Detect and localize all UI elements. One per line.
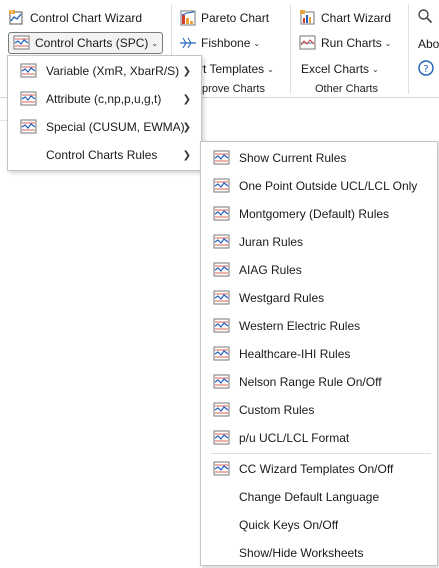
chevron-down-icon: ⌄ <box>384 38 392 48</box>
chart-line-icon <box>213 346 231 362</box>
menu-item-one-point-outside-ucl-lcl-only[interactable]: One Point Outside UCL/LCL Only <box>201 172 437 200</box>
pareto-icon <box>179 9 197 27</box>
search-icon <box>416 7 434 25</box>
menu-item-change-default-language[interactable]: Change Default Language <box>201 483 437 511</box>
run-chart-icon <box>299 34 317 52</box>
chevron-right-icon: ❯ <box>182 149 191 161</box>
menu-item-label: One Point Outside UCL/LCL Only <box>239 179 418 193</box>
help-button[interactable]: ? <box>417 57 439 79</box>
menu-item-label: Healthcare-IHI Rules <box>239 347 351 361</box>
chevron-right-icon: ❯ <box>182 93 191 105</box>
menu-item-label: Control Charts Rules <box>46 148 158 162</box>
menu-item-label: Westgard Rules <box>239 291 325 305</box>
chart-line-icon <box>213 150 231 166</box>
excel-charts-label: Excel Charts <box>301 62 370 76</box>
control-charts-spc-button[interactable]: Control Charts (SPC) ⌄ <box>8 32 164 54</box>
chart-line-icon <box>213 234 231 250</box>
chevron-down-icon: ⌄ <box>253 38 261 48</box>
control-charts-spc-label: Control Charts (SPC) <box>35 36 149 50</box>
chevron-right-icon: ❯ <box>182 65 191 77</box>
chart-line-icon <box>213 178 231 194</box>
menu-item-nelson-range-rule-on-off[interactable]: Nelson Range Rule On/Off <box>201 368 437 396</box>
menu-item-p-u-ucl-lcl-format[interactable]: p/u UCL/LCL Format <box>201 424 437 452</box>
chevron-right-icon: ❯ <box>182 121 191 133</box>
chart-line-icon <box>20 63 38 79</box>
menu-item-label: CC Wizard Templates On/Off <box>239 462 394 476</box>
menu-separator <box>211 453 431 454</box>
ribbon-divider <box>290 4 291 94</box>
chart-line-icon <box>213 402 231 418</box>
chart-wizard-button[interactable]: Chart Wizard <box>299 7 391 29</box>
control-charts-rules-submenu: Show Current Rules One Point Outside UCL/… <box>200 141 438 566</box>
menu-item-label: AIAG Rules <box>239 263 302 277</box>
pareto-chart-button[interactable]: Pareto Chart <box>179 7 269 29</box>
menu-item-label: Montgomery (Default) Rules <box>239 207 390 221</box>
fishbone-label: Fishbone <box>201 36 251 50</box>
chart-wizard-label: Chart Wizard <box>321 11 392 25</box>
chart-line-icon <box>13 34 31 52</box>
menu-item-label: Nelson Range Rule On/Off <box>239 375 382 389</box>
menu-item-attribute[interactable]: Attribute (c,np,p,u,g,t) ❯ <box>8 85 201 113</box>
menu-item-label: Special (CUSUM, EWMA) <box>46 120 185 134</box>
search-button[interactable] <box>416 5 438 27</box>
menu-item-western-electric-rules[interactable]: Western Electric Rules <box>201 312 437 340</box>
chart-line-icon <box>213 374 231 390</box>
chart-line-icon <box>213 430 231 446</box>
other-charts-group-label: Other Charts <box>315 83 378 95</box>
chart-wizard-icon <box>299 9 317 27</box>
run-charts-label: Run Charts <box>321 36 382 50</box>
menu-item-montgomery-default-rules[interactable]: Montgomery (Default) Rules <box>201 200 437 228</box>
menu-item-label: Juran Rules <box>239 235 304 249</box>
menu-item-variable[interactable]: Variable (XmR, XbarR/S) ❯ <box>8 57 201 85</box>
menu-item-label: Show Current Rules <box>239 151 347 165</box>
chart-line-icon <box>213 318 231 334</box>
about-button[interactable]: Abo <box>418 33 439 55</box>
improve-charts-group-label: prove Charts <box>202 83 265 95</box>
menu-item-show-hide-worksheets[interactable]: Show/Hide Worksheets <box>201 539 437 567</box>
chart-line-icon <box>213 461 231 477</box>
control-chart-wizard-button[interactable]: ? Control Chart Wizard <box>8 7 142 29</box>
chevron-down-icon: ⌄ <box>372 64 379 74</box>
fishbone-icon <box>179 34 197 52</box>
menu-item-special[interactable]: Special (CUSUM, EWMA) ❯ <box>8 113 201 141</box>
chart-line-icon <box>20 91 38 107</box>
excel-charts-button[interactable]: Excel Charts ⌄ <box>301 58 379 80</box>
chart-line-icon <box>213 290 231 306</box>
menu-item-custom-rules[interactable]: Custom Rules <box>201 396 437 424</box>
menu-item-label: Quick Keys On/Off <box>239 518 339 532</box>
menu-item-aiag-rules[interactable]: AIAG Rules <box>201 256 437 284</box>
menu-item-label: Western Electric Rules <box>239 319 361 333</box>
menu-item-westgard-rules[interactable]: Westgard Rules <box>201 284 437 312</box>
menu-item-healthcare-ihi-rules[interactable]: Healthcare-IHI Rules <box>201 340 437 368</box>
wizard-icon: ? <box>8 9 26 27</box>
menu-item-label: Custom Rules <box>239 403 315 417</box>
menu-item-show-current-rules[interactable]: Show Current Rules <box>201 144 437 172</box>
menu-item-label: Show/Hide Worksheets <box>239 546 364 560</box>
menu-item-label: Change Default Language <box>239 490 380 504</box>
fishbone-button[interactable]: Fishbone ⌄ <box>179 32 260 54</box>
about-label: Abo <box>418 37 439 51</box>
svg-text:?: ? <box>423 64 428 75</box>
control-chart-wizard-label: Control Chart Wizard <box>30 11 143 25</box>
chart-templates-button[interactable]: rt Templates ⌄ <box>199 58 274 80</box>
menu-item-cc-wizard-templates-on-off[interactable]: CC Wizard Templates On/Off <box>201 455 437 483</box>
menu-item-control-charts-rules[interactable]: Control Charts Rules ❯ <box>8 141 201 169</box>
chart-line-icon <box>213 262 231 278</box>
menu-item-label: p/u UCL/LCL Format <box>239 431 350 445</box>
pareto-chart-label: Pareto Chart <box>201 11 270 25</box>
chevron-down-icon: ⌄ <box>151 38 159 48</box>
help-icon: ? <box>417 59 435 77</box>
chart-line-icon <box>213 206 231 222</box>
control-charts-spc-menu: Variable (XmR, XbarR/S) ❯ Attribute (c,n… <box>7 55 202 171</box>
ribbon-divider <box>408 4 409 94</box>
menu-item-juran-rules[interactable]: Juran Rules <box>201 228 437 256</box>
menu-item-quick-keys-on-off[interactable]: Quick Keys On/Off <box>201 511 437 539</box>
menu-item-label: Attribute (c,np,p,u,g,t) <box>46 92 162 106</box>
chart-line-icon <box>20 119 38 135</box>
menu-item-label: Variable (XmR, XbarR/S) <box>46 64 180 78</box>
svg-text:?: ? <box>10 10 13 16</box>
chart-templates-label: rt Templates <box>199 62 265 76</box>
chevron-down-icon: ⌄ <box>267 64 274 74</box>
run-charts-button[interactable]: Run Charts ⌄ <box>299 32 391 54</box>
